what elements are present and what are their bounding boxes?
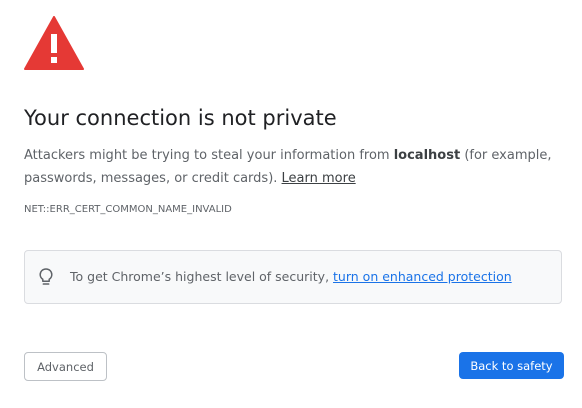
error-code: NET::ERR_CERT_COMMON_NAME_INVALID <box>24 204 232 215</box>
advanced-button[interactable]: Advanced <box>24 352 107 381</box>
page-title: Your connection is not private <box>24 106 337 130</box>
lightbulb-icon <box>39 268 53 285</box>
enhanced-protection-link[interactable]: turn on enhanced protection <box>333 269 512 284</box>
warning-triangle-icon <box>24 16 84 70</box>
security-tip-text: To get Chrome’s highest level of securit… <box>70 268 512 286</box>
learn-more-link[interactable]: Learn more <box>282 171 356 186</box>
description-prefix: Attackers might be trying to steal your … <box>24 148 394 163</box>
error-description: Attackers might be trying to steal your … <box>24 145 564 190</box>
security-tip-label: To get Chrome’s highest level of securit… <box>70 269 334 284</box>
hostname: localhost <box>393 148 461 163</box>
back-to-safety-button[interactable]: Back to safety <box>459 352 564 379</box>
enhanced-protection-box: To get Chrome’s highest level of securit… <box>24 250 562 304</box>
